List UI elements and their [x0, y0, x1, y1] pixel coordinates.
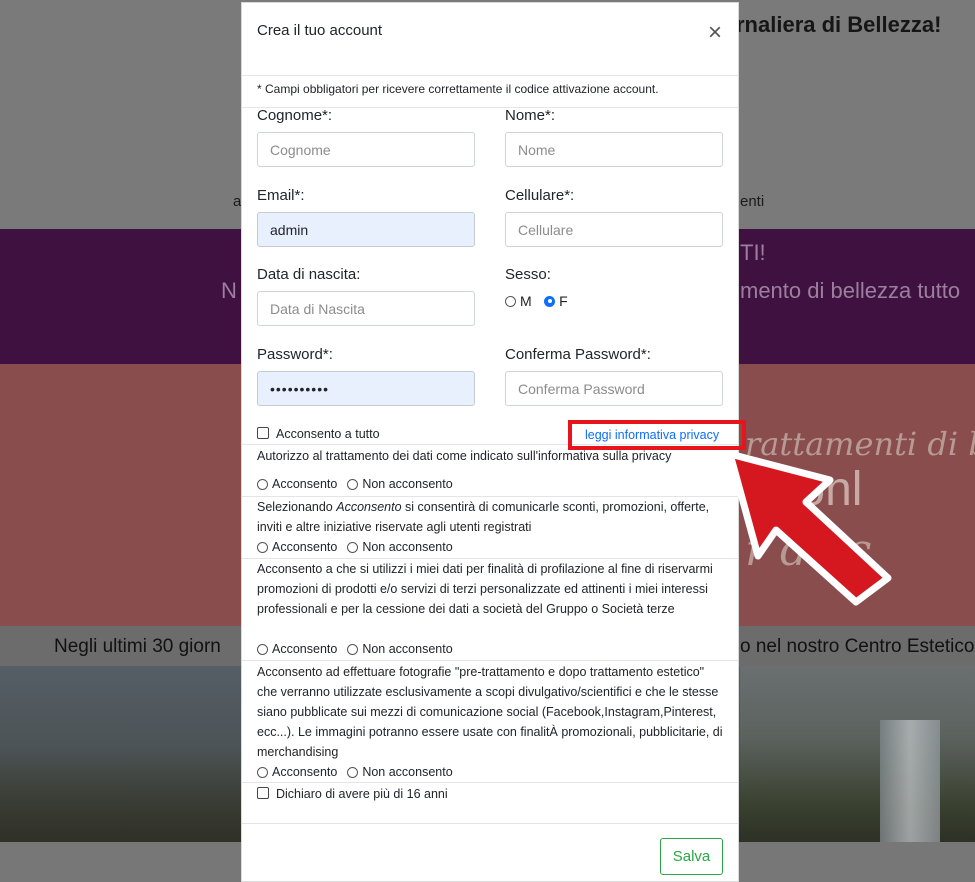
consent-3-no-label: Non acconsento: [362, 642, 453, 656]
modal-header: Crea il tuo account ×: [242, 3, 738, 76]
radio-consent-1-yes[interactable]: [257, 478, 268, 490]
consent-1-options: Acconsento Non acconsento: [257, 477, 463, 491]
close-icon[interactable]: ×: [708, 21, 722, 45]
sesso-m-option[interactable]: M: [505, 293, 532, 309]
background-band-right-text: o nel nostro Centro Estetico: [740, 636, 975, 657]
email-group: Email*:: [257, 187, 475, 247]
modal-footer-divider: [242, 823, 738, 824]
nome-input[interactable]: [505, 132, 723, 167]
divider: [242, 660, 738, 661]
acconsento-tutto-label: Acconsento a tutto: [276, 427, 380, 441]
sesso-m-label: M: [520, 293, 532, 309]
consent-2-no-label: Non acconsento: [362, 540, 453, 554]
radio-consent-3-no[interactable]: [347, 643, 359, 655]
age-checkbox[interactable]: [257, 787, 269, 799]
consent-1-yes[interactable]: Acconsento: [257, 477, 337, 491]
background-text-right: enti: [740, 193, 765, 210]
consent-4-no[interactable]: Non acconsento: [347, 765, 453, 779]
consent-1-yes-label: Acconsento: [272, 477, 338, 491]
password-label: Password*:: [257, 346, 333, 363]
radio-consent-2-no[interactable]: [347, 541, 359, 553]
acconsento-tutto-row[interactable]: Acconsento a tutto: [257, 427, 380, 441]
password-field[interactable]: [257, 371, 475, 406]
consent-4-yes[interactable]: Acconsento: [257, 765, 337, 779]
background-band-left-text: Negli ultimi 30 giorn: [54, 636, 221, 657]
save-button[interactable]: Salva: [660, 838, 723, 875]
consent-text-4: Acconsento ad effettuare fotografie "pre…: [257, 662, 723, 762]
sesso-f-option[interactable]: F: [544, 293, 568, 309]
cellulare-input[interactable]: [505, 212, 723, 247]
radio-m[interactable]: [505, 295, 516, 307]
cellulare-label: Cellulare*:: [505, 187, 575, 204]
consent-2-text-pre: Selezionando: [257, 500, 337, 514]
radio-f[interactable]: [544, 295, 556, 307]
conferma-password-label: Conferma Password*:: [505, 346, 651, 363]
consent-4-options: Acconsento Non acconsento: [257, 765, 463, 779]
conferma-password-input[interactable]: [505, 371, 723, 406]
consent-3-yes-label: Acconsento: [272, 642, 338, 656]
consent-2-yes-label: Acconsento: [272, 540, 338, 554]
nome-group: Nome*:: [505, 107, 723, 167]
consent-text-3: Acconsento a che si utilizzi i miei dati…: [257, 559, 723, 619]
email-label: Email*:: [257, 187, 305, 204]
consent-2-text-em: Acconsento: [336, 500, 402, 514]
sesso-f-label: F: [559, 293, 568, 309]
consent-4-yes-label: Acconsento: [272, 765, 338, 779]
conferma-password-group: Conferma Password*:: [505, 346, 723, 406]
consent-1-no[interactable]: Non acconsento: [347, 477, 453, 491]
sesso-options: M F: [505, 293, 723, 312]
acconsento-tutto-checkbox[interactable]: [257, 427, 269, 439]
background-banner-line1: TI!: [740, 240, 766, 265]
age-check-row[interactable]: Dichiaro di avere più di 16 anni: [257, 787, 448, 801]
background-banner-left: N: [221, 278, 237, 303]
cognome-input[interactable]: [257, 132, 475, 167]
consent-1-text: Autorizzo al trattamento dei dati come i…: [257, 449, 672, 463]
consent-text-2: Selezionando Acconsento si consentirà di…: [257, 497, 723, 537]
consent-3-no[interactable]: Non acconsento: [347, 642, 453, 656]
radio-consent-3-yes[interactable]: [257, 643, 268, 655]
cognome-label: Cognome*:: [257, 107, 333, 124]
divider: [242, 782, 738, 783]
data-nascita-group: Data di nascita:: [257, 266, 475, 326]
consent-3-text: Acconsento a che si utilizzi i miei dati…: [257, 562, 713, 616]
sesso-label: Sesso:: [505, 266, 551, 283]
consent-2-no[interactable]: Non acconsento: [347, 540, 453, 554]
data-nascita-label: Data di nascita:: [257, 266, 361, 283]
consent-2-options: Acconsento Non acconsento: [257, 540, 463, 554]
background-heading: rnaliera di Bellezza!: [736, 12, 942, 37]
consent-4-no-label: Non acconsento: [362, 765, 453, 779]
age-check-label: Dichiaro di avere più di 16 anni: [276, 787, 448, 801]
consent-4-text: Acconsento ad effettuare fotografie "pre…: [257, 665, 723, 759]
consent-3-yes[interactable]: Acconsento: [257, 642, 337, 656]
consent-1-no-label: Non acconsento: [362, 477, 453, 491]
required-fields-notice: * Campi obbligatori per ricevere corrett…: [242, 76, 738, 108]
background-waterfall: [880, 720, 940, 842]
radio-consent-2-yes[interactable]: [257, 541, 268, 553]
radio-consent-4-no[interactable]: [347, 766, 359, 778]
nome-label: Nome*:: [505, 107, 556, 124]
red-pointer-arrow-icon: [726, 450, 892, 606]
radio-consent-1-no[interactable]: [347, 478, 359, 490]
consent-3-options: Acconsento Non acconsento: [257, 642, 463, 656]
background-banner-line2: mento di bellezza tutto: [740, 278, 961, 303]
email-field[interactable]: [257, 212, 475, 247]
sesso-group: Sesso: M F: [505, 266, 723, 312]
modal-title: Crea il tuo account: [257, 22, 383, 39]
consent-2-yes[interactable]: Acconsento: [257, 540, 337, 554]
cellulare-group: Cellulare*:: [505, 187, 723, 247]
password-group: Password*:: [257, 346, 475, 406]
data-nascita-input[interactable]: [257, 291, 475, 326]
cognome-group: Cognome*:: [257, 107, 475, 167]
radio-consent-4-yes[interactable]: [257, 766, 268, 778]
